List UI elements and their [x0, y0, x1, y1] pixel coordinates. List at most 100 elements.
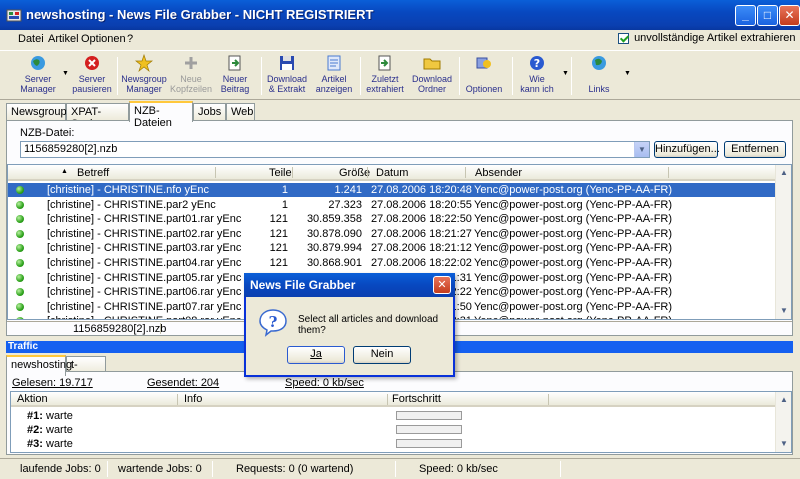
extract-incomplete-label: unvollständige Artikel extrahieren: [634, 32, 796, 44]
list-item[interactable]: [christine] - CHRISTINE.part03.rar yEnc 1…: [8, 241, 776, 255]
job-scrollbar[interactable]: ▲ ▼: [775, 392, 791, 452]
tab-newsgroups[interactable]: Newsgroups: [6, 103, 72, 121]
toolbar-separator: [117, 57, 118, 95]
no-button[interactable]: Nein: [353, 346, 411, 364]
tab-web[interactable]: Web: [226, 103, 255, 121]
toolbar-separator: [360, 57, 361, 95]
header-divider: [548, 394, 549, 405]
stop-icon: [85, 56, 99, 70]
list-item[interactable]: [christine] - CHRISTINE.part01.rar yEnc 1…: [8, 212, 776, 226]
status-dot-icon: [16, 288, 24, 297]
toolbar-separator: [459, 57, 460, 95]
menu-datei[interactable]: Datei: [18, 33, 44, 45]
job-id: #2:: [27, 424, 43, 436]
col-subject[interactable]: Betreff: [77, 167, 109, 179]
dialog-message: Select all articles and download them?: [298, 314, 439, 336]
subject-cell: [christine] - CHRISTINE.part08.rar yEnc: [47, 315, 241, 319]
menu-artikel[interactable]: Artikel: [48, 33, 79, 45]
job-list[interactable]: Aktion Info Fortschritt #1: warte #2: warte…: [10, 391, 792, 453]
maximize-button[interactable]: □: [757, 5, 778, 26]
menu-help[interactable]: ?: [127, 33, 133, 45]
size-cell: 27.323: [328, 198, 362, 211]
how-to-button[interactable]: ? Wie kann ich: [515, 54, 559, 94]
scroll-down-icon[interactable]: ▼: [776, 436, 791, 452]
col-action[interactable]: Aktion: [17, 393, 48, 405]
sender-cell: Yenc@power-post.org (Yenc-PP-AA-FR): [474, 213, 673, 226]
job-row[interactable]: #1: warte: [11, 409, 776, 423]
col-date[interactable]: Datum: [376, 167, 408, 179]
col-info[interactable]: Info: [184, 393, 202, 405]
show-articles-button[interactable]: Artikel anzeigen: [314, 54, 354, 94]
col-progress[interactable]: Fortschritt: [392, 393, 441, 405]
toolbar-separator: [512, 57, 513, 95]
tab-jobs[interactable]: Jobs: [193, 103, 226, 121]
sender-cell: Yenc@power-post.org (Yenc-PP-AA-FR): [474, 257, 673, 269]
title-bar: newshosting - News File Grabber - NICHT …: [0, 0, 800, 30]
chevron-down-icon[interactable]: ▼: [634, 142, 649, 157]
options-button[interactable]: Optionen: [462, 54, 506, 94]
star-icon: [135, 54, 153, 72]
job-row[interactable]: #2: warte: [11, 423, 776, 437]
status-dot-icon: [16, 186, 24, 194]
date-cell: 27.08.2006 18:21:27: [371, 227, 472, 240]
nzb-file-select[interactable]: 1156859280[2].nzb ▼: [20, 141, 650, 158]
download-extract-button[interactable]: Download & Extrakt: [264, 54, 310, 94]
how-to-dropdown[interactable]: ▼: [562, 70, 569, 77]
scroll-down-icon[interactable]: ▼: [776, 303, 791, 319]
newsgroup-manager-button[interactable]: Newsgroup Manager: [120, 54, 168, 94]
server-pause-button[interactable]: Server pausieren: [70, 54, 114, 94]
header-divider: [177, 394, 178, 405]
tab-xpat-search[interactable]: XPAT-Suche: [66, 103, 129, 130]
subject-cell: [christine] - CHRISTINE.part03.rar yEnc: [47, 242, 242, 255]
job-status: warte: [46, 424, 73, 436]
job-status: warte: [46, 410, 73, 422]
list-item[interactable]: [christine] - CHRISTINE.part02.rar yEnc 1…: [8, 227, 776, 241]
minimize-button[interactable]: _: [735, 5, 756, 26]
col-parts[interactable]: Teile: [269, 167, 292, 179]
new-headers-button[interactable]: Neue Kopfzeilen: [170, 54, 212, 94]
dialog-close-button[interactable]: ✕: [433, 276, 451, 294]
status-bar: laufende Jobs: 0 wartende Jobs: 0 Reques…: [0, 458, 800, 479]
close-button[interactable]: ✕: [779, 5, 800, 26]
remove-button[interactable]: Entfernen: [724, 141, 786, 158]
subject-cell: [christine] - CHRISTINE.part04.rar yEnc: [47, 257, 242, 269]
list-scrollbar[interactable]: ▲ ▼: [775, 165, 791, 319]
header-divider: [292, 167, 293, 178]
status-divider: [107, 461, 108, 477]
new-post-button[interactable]: Neuer Beitrag: [215, 54, 255, 94]
col-sender[interactable]: Absender: [475, 167, 522, 179]
job-row[interactable]: #3: warte: [11, 437, 776, 451]
subject-cell: [christine] - CHRISTINE.part01.rar yEnc: [47, 213, 242, 226]
status-dot-icon: [16, 317, 24, 319]
col-size[interactable]: Größe: [339, 167, 370, 179]
download-folder-button[interactable]: Download Ordner: [410, 54, 454, 94]
list-item[interactable]: [christine] - CHRISTINE.nfo yEnc 1 1.241 27…: [8, 183, 776, 197]
server-manager-button[interactable]: Server Manager: [18, 54, 58, 94]
tab-nzb-files[interactable]: NZB-Dateien: [129, 101, 193, 129]
toolbar-separator: [261, 57, 262, 95]
tab-newshosting[interactable]: newshosting: [6, 355, 72, 376]
menu-optionen[interactable]: Optionen: [81, 33, 126, 45]
subject-cell: [christine] - CHRISTINE.part02.rar yEnc: [47, 227, 242, 240]
status-dot-icon: [16, 215, 24, 224]
server-manager-dropdown[interactable]: ▼: [62, 70, 69, 77]
links-button[interactable]: Links: [578, 54, 620, 94]
list-item[interactable]: [christine] - CHRISTINE.part04.rar yEnc 1…: [8, 256, 776, 270]
status-divider: [160, 323, 161, 334]
document-icon: [327, 55, 341, 71]
scroll-up-icon[interactable]: ▲: [776, 392, 791, 408]
sender-cell: Yenc@power-post.org (Yenc-PP-AA-FR): [474, 315, 672, 319]
scroll-up-icon[interactable]: ▲: [776, 165, 791, 181]
links-dropdown[interactable]: ▼: [624, 70, 631, 77]
job-list-header: Aktion Info Fortschritt: [11, 392, 776, 407]
dialog-title-bar: News File Grabber ✕: [244, 273, 455, 297]
add-button[interactable]: Hinzufügen...: [654, 141, 720, 158]
list-item[interactable]: [christine] - CHRISTINE.par2 yEnc 1 27.323…: [8, 198, 776, 212]
header-divider: [668, 167, 669, 178]
yes-button[interactable]: Ja: [287, 346, 345, 364]
parts-cell: 121: [269, 213, 288, 226]
status-dot-icon: [16, 200, 24, 209]
last-extracted-button[interactable]: Zuletzt extrahiert: [363, 54, 407, 94]
extract-incomplete-checkbox[interactable]: unvollständige Artikel extrahieren: [618, 32, 796, 44]
checkbox-icon[interactable]: [618, 32, 629, 44]
